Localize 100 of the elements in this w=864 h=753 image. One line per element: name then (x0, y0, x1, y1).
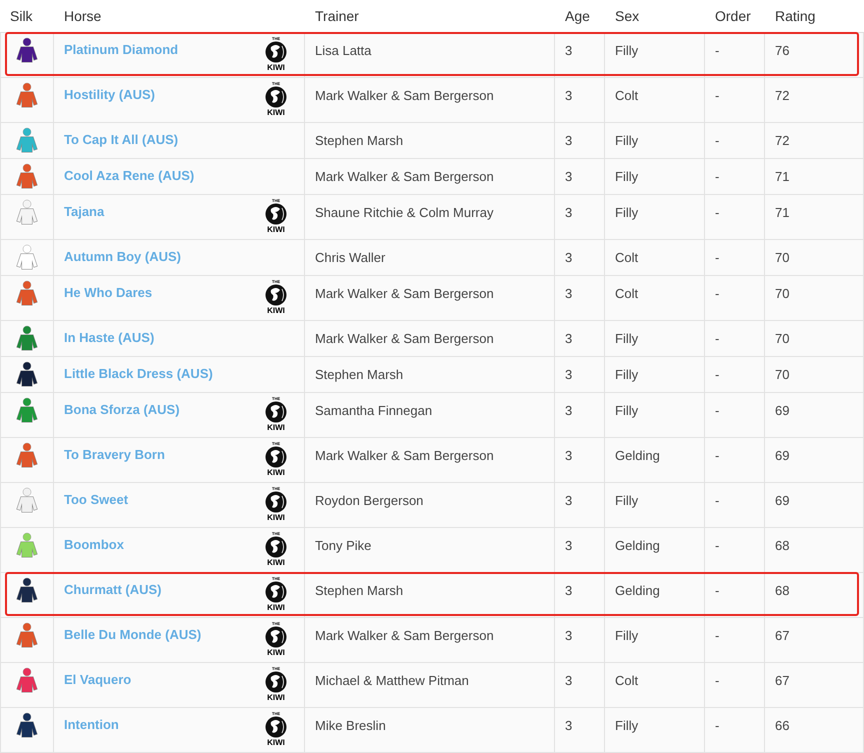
table-cell: Mark Walker & Sam Bergerson (315, 169, 494, 184)
kiwi-emblem-icon (265, 446, 287, 468)
table-cell: 3 (565, 286, 572, 301)
table-cell: 76 (775, 43, 790, 58)
table-cell: Tony Pike (315, 538, 372, 553)
table-cell: Stephen Marsh (315, 133, 404, 148)
jockey-silk-icon (16, 199, 38, 225)
logo-text: KIWI (267, 468, 285, 477)
kiwi-emblem-icon (265, 671, 287, 693)
jockey-silk-icon (16, 442, 38, 468)
horse-link[interactable]: Belle Du Monde (AUS) (64, 625, 202, 644)
table-cell: 66 (775, 718, 790, 733)
horse-link[interactable]: Autumn Boy (AUS) (64, 247, 181, 266)
jockey-silk-icon (16, 82, 38, 108)
table-cell: 68 (775, 538, 790, 553)
kiwi-emblem-icon (265, 626, 287, 648)
jockey-silk-icon (16, 244, 38, 270)
column-header: Order (715, 8, 751, 24)
table-cell: Samantha Finnegan (315, 403, 432, 418)
table-cell: - (715, 718, 720, 733)
jockey-silk-icon (16, 163, 38, 189)
horse-link[interactable]: Boombox (64, 535, 124, 554)
table-cell: Chris Waller (315, 250, 386, 265)
jockey-silk-icon (16, 667, 38, 693)
horse-link[interactable]: El Vaquero (64, 670, 132, 690)
table-cell: - (715, 205, 720, 220)
logo-text: KIWI (267, 306, 285, 315)
horse-link[interactable]: Too Sweet (64, 490, 128, 510)
table-cell: 3 (565, 43, 572, 58)
table-cell: 3 (565, 718, 572, 733)
table-cell: Mike Breslin (315, 718, 386, 733)
table-cell: Colt (615, 88, 638, 103)
logo-text: KIWI (267, 648, 285, 657)
logo-text: KIWI (267, 738, 285, 747)
table-cell: Colt (615, 286, 638, 301)
jockey-silk-icon (16, 712, 38, 738)
horse-link[interactable]: Churmatt (AUS) (64, 580, 162, 600)
table-cell: 70 (775, 286, 790, 301)
horse-link[interactable]: Cool Aza Rene (AUS) (64, 166, 194, 186)
table-cell: - (715, 133, 720, 148)
horse-link[interactable]: To Cap It All (AUS) (64, 130, 178, 150)
horse-link[interactable]: Intention (64, 715, 119, 734)
table-cell: 68 (775, 583, 790, 598)
table-cell: 3 (565, 403, 572, 418)
table-cell: Colt (615, 673, 638, 688)
horse-link[interactable]: Hostility (AUS) (64, 85, 155, 104)
table-cell: 3 (565, 169, 572, 184)
logo-text: KIWI (267, 693, 285, 702)
table-cell: - (715, 43, 720, 58)
kiwi-emblem-icon (265, 491, 287, 513)
table-cell: - (715, 538, 720, 553)
table-cell: - (715, 88, 720, 103)
table-cell: Gelding (615, 583, 660, 598)
horse-link[interactable]: He Who Dares (64, 283, 152, 302)
table-cell: 69 (775, 493, 790, 508)
jockey-silk-icon (16, 487, 38, 513)
table-cell: Mark Walker & Sam Bergerson (315, 331, 494, 346)
table-cell: 70 (775, 367, 790, 382)
table-cell: 3 (565, 133, 572, 148)
table-cell: 71 (775, 205, 790, 220)
kiwi-emblem-icon (265, 581, 287, 603)
logo-text: KIWI (267, 513, 285, 522)
table-cell: 3 (565, 88, 572, 103)
table-cell: Filly (615, 628, 638, 643)
table-cell: - (715, 403, 720, 418)
horse-link[interactable]: Little Black Dress (AUS) (64, 364, 213, 384)
jockey-silk-icon (16, 577, 38, 603)
table-cell: 67 (775, 628, 790, 643)
table-cell: Shaune Ritchie & Colm Murray (315, 205, 494, 220)
column-header: Age (565, 8, 590, 24)
table-cell: - (715, 448, 720, 463)
table-cell: Mark Walker & Sam Bergerson (315, 286, 494, 301)
table-cell: - (715, 493, 720, 508)
table-cell: Colt (615, 250, 638, 265)
table-cell: - (715, 286, 720, 301)
horse-link[interactable]: Platinum Diamond (64, 40, 178, 60)
table-cell: Filly (615, 169, 638, 184)
table-cell: 69 (775, 448, 790, 463)
jockey-silk-icon (16, 280, 38, 306)
table-cell: Mark Walker & Sam Bergerson (315, 628, 494, 643)
column-header: Rating (775, 8, 816, 24)
jockey-silk-icon (16, 532, 38, 558)
table-cell: - (715, 169, 720, 184)
horse-link[interactable]: To Bravery Born (64, 445, 165, 464)
table-cell: - (715, 628, 720, 643)
column-header: Trainer (315, 8, 359, 24)
column-header: Horse (64, 8, 102, 24)
table-cell: Roydon Bergerson (315, 493, 424, 508)
kiwi-emblem-icon (265, 41, 287, 63)
horse-link[interactable]: In Haste (AUS) (64, 328, 154, 348)
table-cell: 70 (775, 331, 790, 346)
kiwi-emblem-icon (265, 203, 287, 225)
table-cell: Filly (615, 331, 638, 346)
horse-link[interactable]: Bona Sforza (AUS) (64, 400, 180, 420)
table-cell: 3 (565, 367, 572, 382)
horse-link[interactable]: Tajana (64, 202, 104, 222)
logo-text: KIWI (267, 603, 285, 612)
table-cell: 3 (565, 448, 572, 463)
table-cell: 3 (565, 493, 572, 508)
table-cell: Gelding (615, 538, 660, 553)
